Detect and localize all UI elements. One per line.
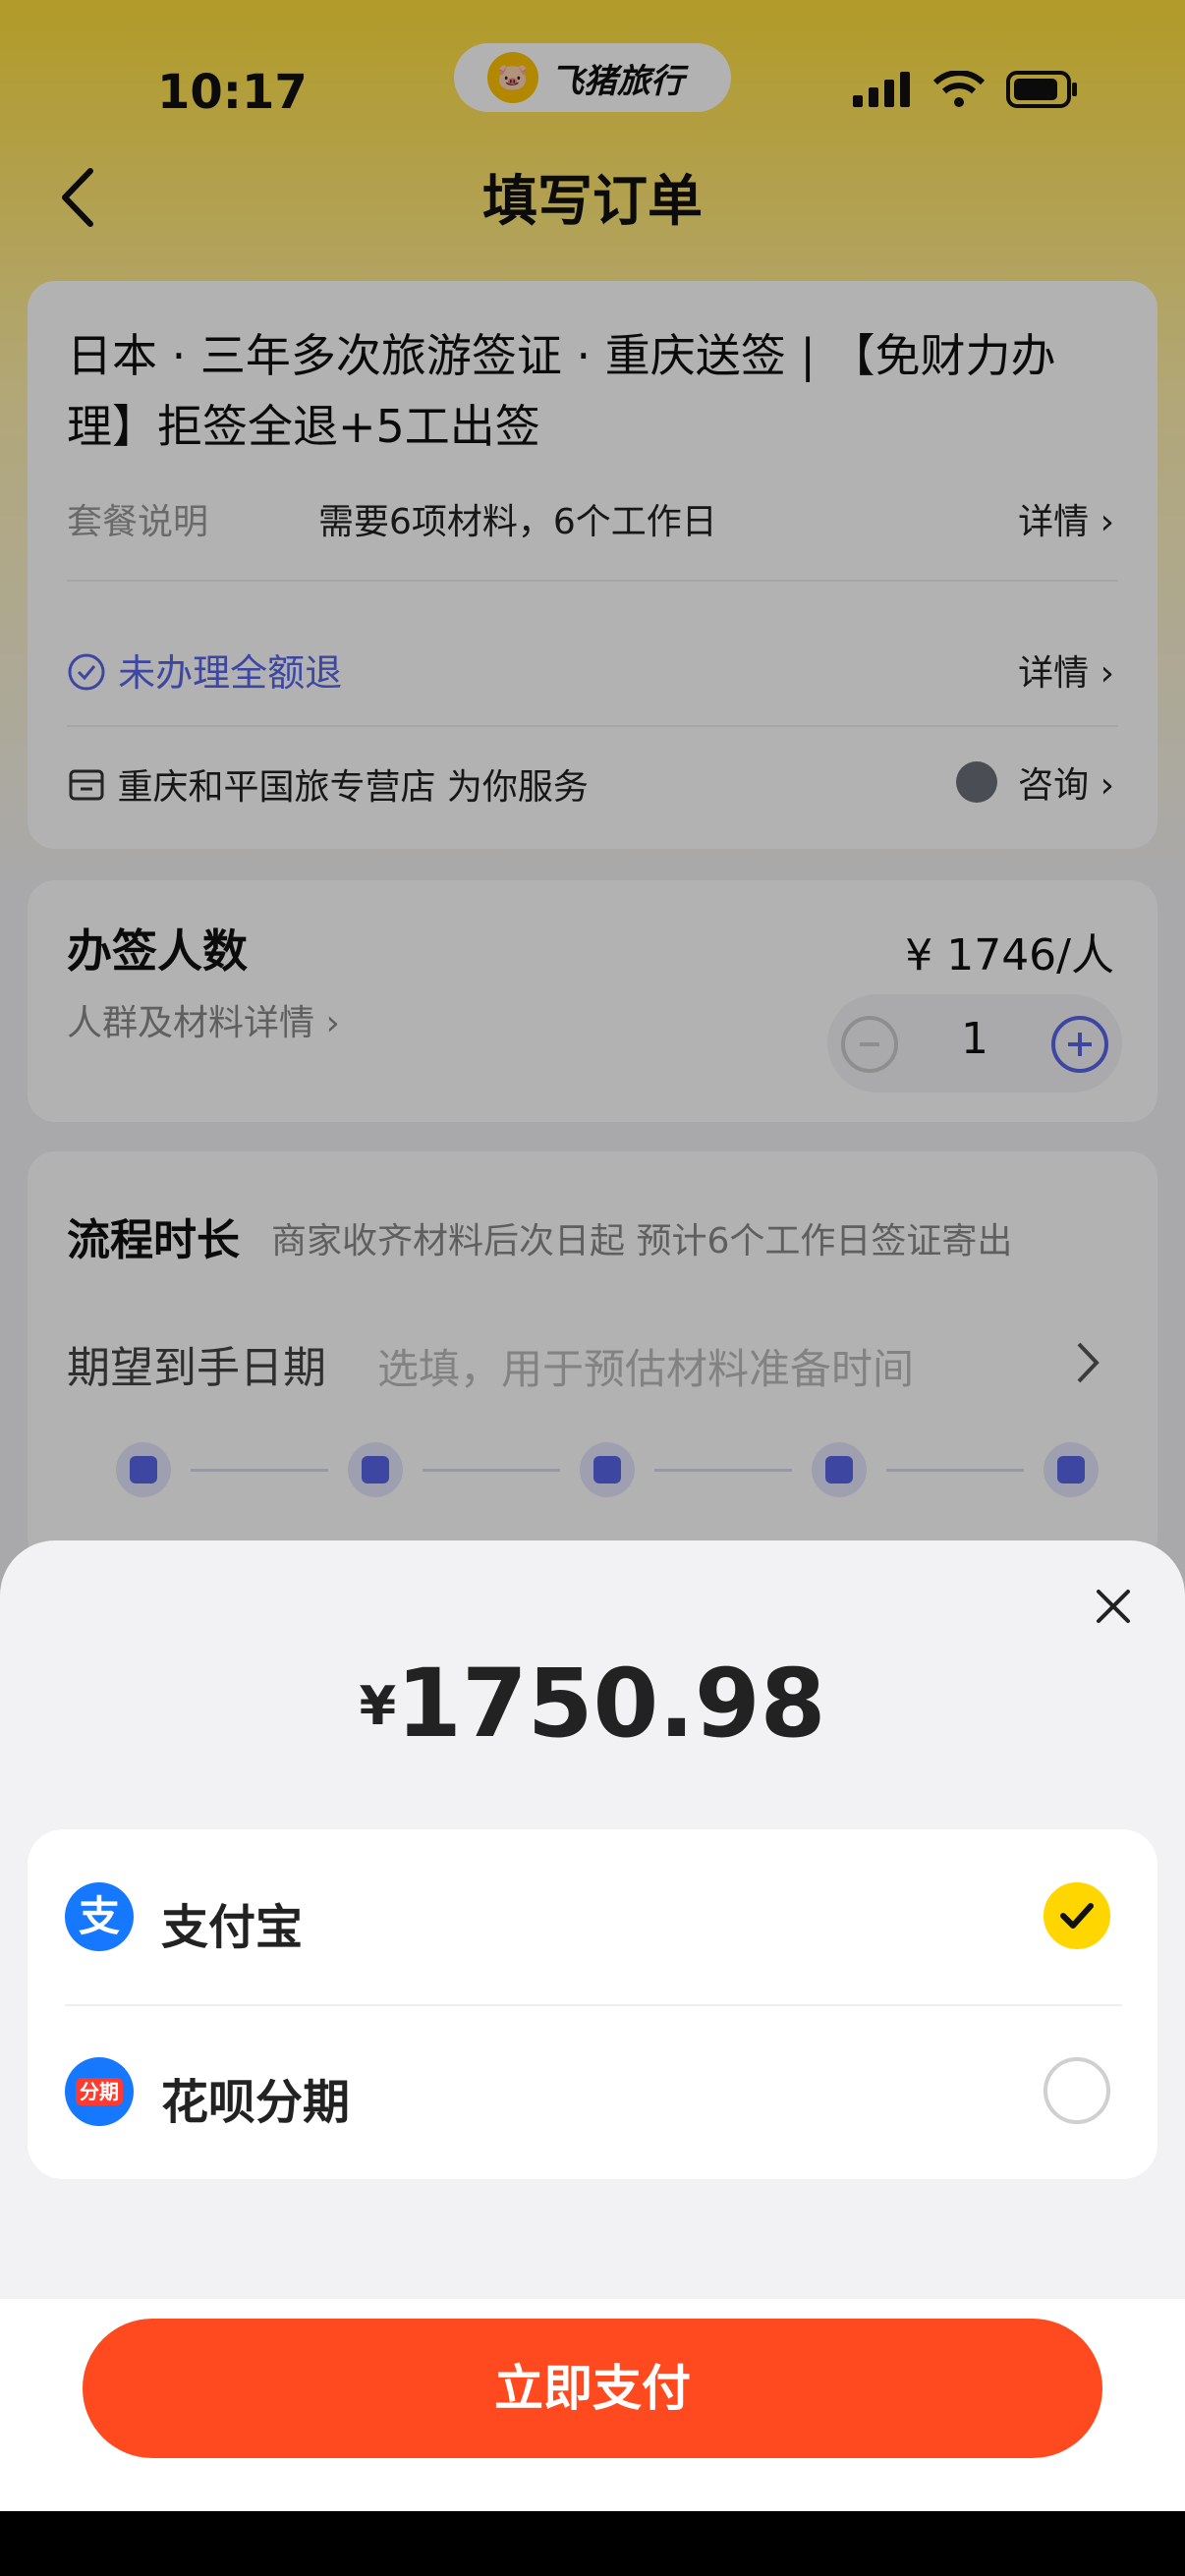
currency-symbol: ¥ — [359, 1675, 397, 1737]
selected-radio[interactable] — [1044, 1882, 1110, 1949]
bottom-action-bar: 立即支付 — [0, 2299, 1185, 2511]
amount-value: 1750.98 — [396, 1649, 826, 1759]
alipay-icon: 支 — [65, 1882, 134, 1951]
pay-now-button[interactable]: 立即支付 — [83, 2319, 1102, 2458]
payment-sheet: ¥1750.98 支 支付宝 分期 花呗分期 立即支付 — [0, 1540, 1185, 2576]
payment-method-label: 支付宝 — [161, 1900, 304, 1955]
checkmark-icon — [1060, 1903, 1094, 1929]
payment-amount: ¥1750.98 — [0, 1649, 1185, 1759]
order-page: 10:17 🐷 飞猪旅行 填写订单 日本 · 三年多次旅游签证 · 重庆送签 |… — [0, 0, 1185, 2576]
close-icon[interactable] — [1089, 1582, 1138, 1631]
payment-method-label: 花呗分期 — [161, 2075, 351, 2130]
payment-method-huabei[interactable]: 分期 花呗分期 — [28, 2004, 1157, 2179]
unselected-radio[interactable] — [1044, 2057, 1110, 2124]
payment-methods: 支 支付宝 分期 花呗分期 — [28, 1829, 1157, 2179]
home-indicator-area — [0, 2511, 1185, 2576]
huabei-icon-text: 分期 — [76, 2078, 123, 2105]
payment-method-alipay[interactable]: 支 支付宝 — [28, 1829, 1157, 2004]
huabei-icon: 分期 — [65, 2057, 134, 2126]
